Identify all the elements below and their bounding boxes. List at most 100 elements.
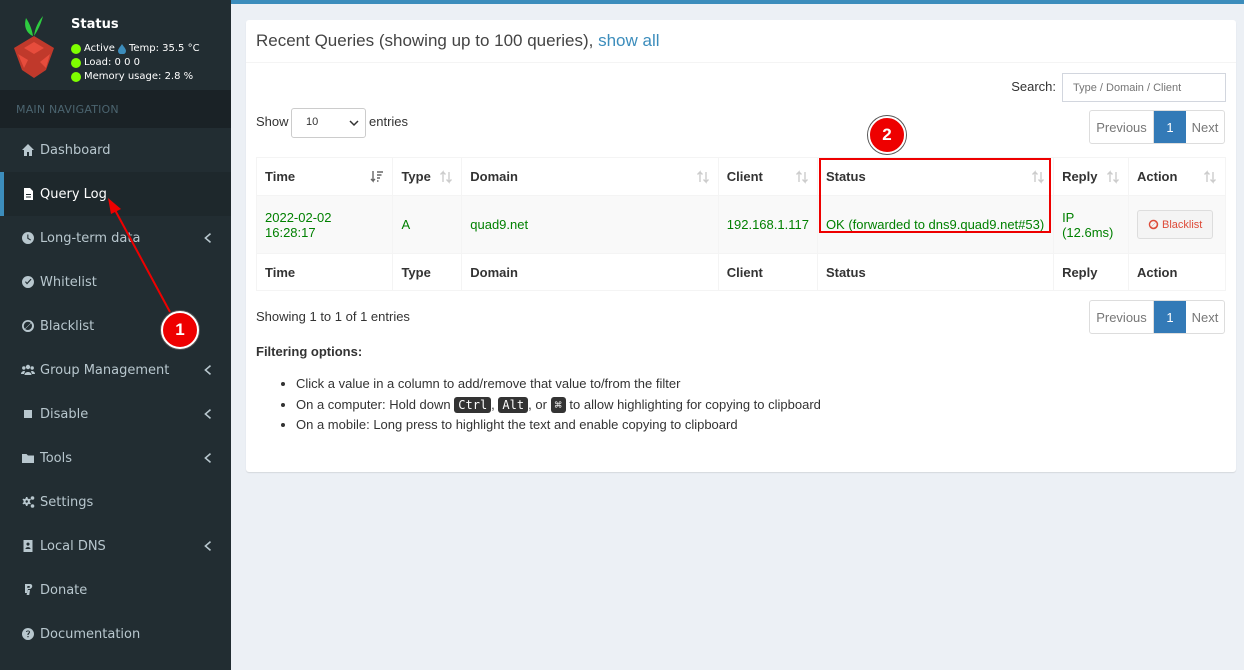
- ban-icon: [20, 319, 36, 333]
- nav-header: MAIN NAVIGATION: [0, 90, 231, 128]
- sidebar-item-label: Blacklist: [40, 318, 95, 334]
- chevron-left-icon: [204, 409, 211, 419]
- chevron-left-icon: [204, 365, 211, 375]
- check-circle-icon: [20, 275, 36, 289]
- sidebar-item-label: Dashboard: [40, 142, 111, 158]
- query-table: Time Type Domain Client Status Reply Act…: [255, 157, 1226, 291]
- footer-client: Client: [717, 253, 818, 291]
- cell-type[interactable]: A: [392, 195, 463, 254]
- table-header-row: Time Type Domain Client Status Reply Act…: [255, 157, 1226, 196]
- page-1-button[interactable]: 1: [1154, 111, 1186, 143]
- page-title: Recent Queries (showing up to 100 querie…: [256, 31, 594, 50]
- home-icon: [20, 143, 36, 157]
- top-bar: [231, 0, 1244, 4]
- list-item: On a mobile: Long press to highlight the…: [296, 415, 821, 436]
- cell-reply[interactable]: IP (12.6ms): [1053, 195, 1129, 254]
- pihole-logo-icon: [14, 16, 54, 78]
- sidebar-item-long-term-data[interactable]: Long-term data: [0, 216, 231, 260]
- column-header-action[interactable]: Action: [1128, 157, 1226, 196]
- clock-icon: [20, 231, 36, 245]
- sidebar-item-label: Tools: [40, 450, 73, 466]
- sidebar-item-label: Query Log: [40, 186, 107, 202]
- sidebar-item-label: Long-term data: [40, 230, 141, 246]
- status-line-active: Active Temp: 35.5 °C: [71, 43, 200, 54]
- sidebar-item-label: Disable: [40, 406, 89, 422]
- sort-icon: [696, 170, 709, 184]
- list-item: On a computer: Hold down Ctrl, Alt, or ⌘…: [296, 395, 821, 416]
- status-line-load: Load: 0 0 0: [71, 57, 140, 68]
- sidebar-item-label: Donate: [40, 582, 88, 598]
- kbd-cmd: ⌘: [550, 396, 566, 413]
- status-panel: Status Active Temp: 35.5 °C Load: 0 0 0 …: [0, 0, 231, 90]
- active-dot-icon: [71, 43, 81, 54]
- next-button[interactable]: Next: [1186, 301, 1224, 333]
- filtering-options-title: Filtering options:: [256, 344, 363, 359]
- users-icon: [20, 363, 36, 377]
- annotation-badge-1: 1: [161, 311, 199, 349]
- cell-domain[interactable]: quad9.net: [461, 195, 719, 254]
- show-label: Show: [256, 114, 289, 129]
- next-button[interactable]: Next: [1186, 111, 1224, 143]
- column-header-reply[interactable]: Reply: [1053, 157, 1129, 196]
- ban-icon: [1148, 219, 1159, 230]
- previous-button[interactable]: Previous: [1090, 301, 1154, 333]
- search-input[interactable]: [1062, 73, 1226, 102]
- sidebar-item-query-log[interactable]: Query Log: [0, 172, 231, 216]
- column-header-domain[interactable]: Domain: [461, 157, 719, 196]
- sort-icon: [795, 170, 808, 184]
- show-all-link[interactable]: show all: [598, 31, 659, 50]
- column-header-time[interactable]: Time: [255, 157, 394, 196]
- page-1-button[interactable]: 1: [1154, 301, 1186, 333]
- blacklist-button[interactable]: Blacklist: [1137, 210, 1214, 239]
- sidebar-item-group-management[interactable]: Group Management: [0, 348, 231, 392]
- search-label: Search:: [1011, 79, 1056, 94]
- sidebar-item-label: Local DNS: [40, 538, 106, 554]
- memory-dot-icon: [71, 71, 81, 82]
- load-label: Load: 0 0 0: [84, 57, 140, 68]
- footer-action: Action: [1128, 253, 1226, 291]
- reply-time: (12.6ms): [1062, 224, 1114, 240]
- footer-reply: Reply: [1053, 253, 1129, 291]
- kbd-ctrl: Ctrl: [454, 396, 492, 413]
- sidebar-item-documentation[interactable]: Documentation: [0, 612, 231, 656]
- active-label: Active: [84, 43, 115, 54]
- column-header-type[interactable]: Type: [392, 157, 463, 196]
- sidebar-item-disable[interactable]: Disable: [0, 392, 231, 436]
- entries-select[interactable]: 10: [291, 108, 366, 138]
- table-footer-row: Time Type Domain Client Status Reply Act…: [255, 253, 1226, 291]
- status-title: Status: [71, 17, 119, 32]
- status-highlight-box: [819, 158, 1051, 233]
- sidebar-item-label: Settings: [40, 494, 94, 510]
- cell-client[interactable]: 192.168.1.117: [717, 195, 818, 254]
- sidebar-item-whitelist[interactable]: Whitelist: [0, 260, 231, 304]
- table-row: 2022-02-02 16:28:17 A quad9.net 192.168.…: [255, 195, 1226, 254]
- temp-label: Temp: 35.5 °C: [128, 43, 200, 54]
- sidebar-item-dashboard[interactable]: Dashboard: [0, 128, 231, 172]
- sidebar-item-tools[interactable]: Tools: [0, 436, 231, 480]
- sidebar-item-settings[interactable]: Settings: [0, 480, 231, 524]
- filtering-options-list: Click a value in a column to add/remove …: [296, 374, 821, 436]
- recent-queries-box: Recent Queries (showing up to 100 querie…: [246, 20, 1236, 472]
- sidebar-item-donate[interactable]: Donate: [0, 568, 231, 612]
- folder-icon: [20, 451, 36, 465]
- entries-value: 10: [306, 116, 319, 128]
- sidebar-item-local-dns[interactable]: Local DNS: [0, 524, 231, 568]
- chevron-left-icon: [204, 233, 211, 243]
- cell-time[interactable]: 2022-02-02 16:28:17: [255, 195, 394, 254]
- sidebar-item-label: Documentation: [40, 626, 141, 642]
- gears-icon: [20, 495, 36, 509]
- kbd-alt: Alt: [498, 396, 529, 413]
- footer-type: Type: [392, 253, 463, 291]
- column-header-client[interactable]: Client: [717, 157, 818, 196]
- sidebar-item-label: Group Management: [40, 362, 170, 378]
- previous-button[interactable]: Previous: [1090, 111, 1154, 143]
- footer-time: Time: [255, 253, 394, 291]
- annotation-badge-2: 2: [868, 116, 906, 154]
- pagination-top: Previous 1 Next: [1089, 110, 1225, 144]
- memory-label: Memory usage: 2.8 %: [84, 71, 194, 82]
- pagination-bottom: Previous 1 Next: [1089, 300, 1225, 334]
- stop-icon: [20, 407, 36, 421]
- entries-label: entries: [369, 114, 409, 129]
- sidebar-item-label: Whitelist: [40, 274, 97, 290]
- chevron-down-icon: [349, 120, 359, 127]
